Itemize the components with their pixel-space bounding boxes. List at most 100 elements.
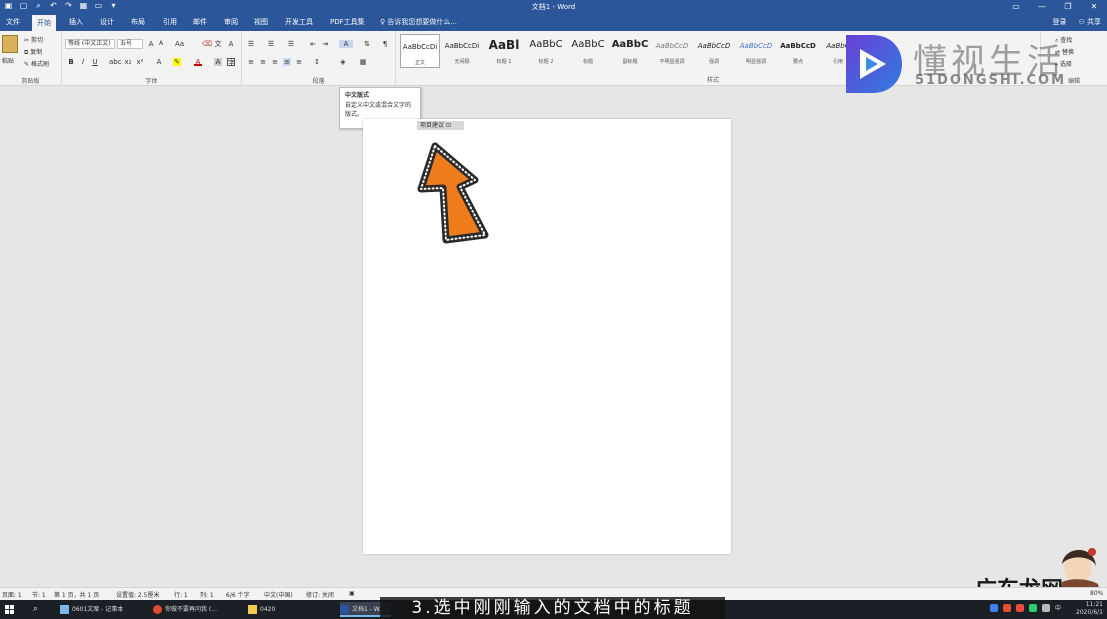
app-tray-icon[interactable] <box>1015 603 1024 612</box>
status-page: 页面: 1 <box>2 592 22 599</box>
numbering-icon[interactable]: ☰ <box>267 40 275 48</box>
style-subtle-emphasis[interactable]: AaBbCcD 不明显强调 <box>652 34 692 68</box>
sort-icon[interactable]: ⇅ <box>363 40 371 48</box>
style-preview: AaBbCcD <box>739 42 773 50</box>
brush-icon: ✎ <box>24 61 30 68</box>
wechat-icon[interactable] <box>1028 603 1037 612</box>
style-no-spacing[interactable]: AaBbCcDi 无间隔 <box>442 34 482 68</box>
antivirus-icon[interactable] <box>1002 603 1011 612</box>
bold-icon[interactable]: B <box>67 58 75 66</box>
expand-icon: ⊡ <box>445 122 451 129</box>
paste-icon[interactable] <box>2 35 18 53</box>
align-left-icon[interactable]: ≡ <box>247 58 255 66</box>
taskbar-clock[interactable]: 11:21 2020/6/1 <box>1076 601 1103 617</box>
show-marks-icon[interactable]: ¶ <box>381 40 389 48</box>
status-page-of: 第 1 页，共 1 页 <box>54 592 100 599</box>
format-painter-button[interactable]: ✎ 格式刷 <box>24 59 49 68</box>
font-size-combo[interactable]: 五号 <box>117 39 143 49</box>
minimize-icon[interactable]: — <box>1029 0 1055 14</box>
superscript-icon[interactable]: x² <box>136 58 144 66</box>
ribbon-display-icon[interactable]: ▭ <box>1003 0 1029 14</box>
status-track-changes[interactable]: 修订: 关闭 <box>306 590 334 599</box>
taskbar-item-label: 0601文案 - 记事本 <box>72 606 124 613</box>
mini-toolbar[interactable]: 项目建议 ⊡ <box>417 121 464 130</box>
tell-me-search[interactable]: ♀ 告诉我您想要做什么... <box>380 17 457 27</box>
style-strong[interactable]: AaBbCcD 要点 <box>778 34 818 68</box>
restore-icon[interactable]: ❐ <box>1055 0 1081 14</box>
char-shading-icon[interactable]: A <box>214 58 222 66</box>
taskbar-item-browser[interactable]: 你做不要再问我 (... <box>153 602 217 617</box>
copy-button[interactable]: ⧉ 复制 <box>24 47 42 57</box>
underline-icon[interactable]: U <box>91 58 99 66</box>
shield-icon[interactable] <box>989 603 998 612</box>
increase-indent-icon[interactable]: ⇥ <box>321 40 329 48</box>
ime-indicator[interactable]: 中 <box>1055 603 1061 612</box>
style-emphasis[interactable]: AaBbCcD 强调 <box>694 34 734 68</box>
network-icon[interactable] <box>1041 603 1050 612</box>
windows-start-icon[interactable] <box>5 605 14 614</box>
italic-icon[interactable]: I <box>79 58 87 66</box>
tab-mailings[interactable]: 邮件 <box>193 17 207 27</box>
style-intense-emphasis[interactable]: AaBbCcD 明显强调 <box>736 34 776 68</box>
align-center-icon[interactable]: ≡ <box>259 58 267 66</box>
macro-icon[interactable]: ▣ <box>349 590 355 597</box>
change-case-icon[interactable]: Aa <box>175 40 184 48</box>
status-language[interactable]: 中文(中国) <box>264 590 293 599</box>
signin-link[interactable]: 登录 <box>1052 17 1066 27</box>
tab-references[interactable]: 引用 <box>163 17 177 27</box>
font-color-icon[interactable]: A <box>194 58 202 66</box>
cut-button[interactable]: ✂ 剪切 <box>24 35 43 44</box>
style-preview: AaBbC <box>529 39 563 50</box>
clipboard-group: 粘贴 ✂ 剪切 ⧉ 复制 ✎ 格式刷 剪贴板 <box>0 31 62 86</box>
notepad-icon <box>60 605 69 614</box>
char-border-icon[interactable]: A <box>227 40 235 48</box>
close-icon[interactable]: ✕ <box>1081 0 1107 14</box>
paste-label[interactable]: 粘贴 <box>2 56 14 65</box>
status-words[interactable]: 6/6 个字 <box>226 590 250 599</box>
tab-view[interactable]: 视图 <box>254 17 268 27</box>
style-subtitle[interactable]: AaBbC 副标题 <box>610 34 650 68</box>
clear-format-icon[interactable]: ⌫ <box>202 40 212 48</box>
shading-icon[interactable]: ◈ <box>339 58 347 66</box>
tab-review[interactable]: 审阅 <box>224 17 238 27</box>
align-right-icon[interactable]: ≡ <box>271 58 279 66</box>
taskbar-item-notepad[interactable]: 0601文案 - 记事本 <box>60 602 123 617</box>
phonetic-guide-icon[interactable]: 文 <box>214 40 222 48</box>
line-spacing-icon[interactable]: ↕ <box>313 58 321 66</box>
shrink-font-icon[interactable]: A <box>157 40 165 48</box>
style-name: 副标题 <box>622 59 638 65</box>
borders-icon[interactable]: ▦ <box>359 58 367 66</box>
search-icon[interactable]: ⌕ <box>33 604 38 614</box>
tab-pdf[interactable]: PDF工具集 <box>330 17 365 27</box>
tab-home[interactable]: 开始 <box>32 15 56 31</box>
highlight-icon[interactable]: ✎ <box>173 58 181 66</box>
tab-design[interactable]: 设计 <box>100 17 114 27</box>
taskbar-item-label: 你做不要再问我 (... <box>165 606 217 613</box>
tab-insert[interactable]: 插入 <box>69 17 83 27</box>
copy-label: 复制 <box>30 49 43 56</box>
tab-file[interactable]: 文件 <box>6 17 20 27</box>
bullets-icon[interactable]: ☰ <box>247 40 255 48</box>
multilevel-list-icon[interactable]: ☰ <box>287 40 295 48</box>
chinese-layout-icon[interactable]: A <box>339 40 353 48</box>
subscript-icon[interactable]: x₂ <box>124 58 132 66</box>
strikethrough-icon[interactable]: abc <box>109 58 122 66</box>
justify-icon[interactable]: ≡ <box>283 58 291 66</box>
style-title[interactable]: AaBbC 标题 <box>568 34 608 68</box>
taskbar-item-folder[interactable]: 0420 <box>248 602 275 617</box>
tab-developer[interactable]: 开发工具 <box>285 17 313 27</box>
status-zoom[interactable]: 80% <box>1090 590 1103 597</box>
enclose-char-icon[interactable]: 字 <box>227 58 235 67</box>
text-effects-icon[interactable]: A <box>155 58 163 66</box>
tab-layout[interactable]: 布局 <box>131 17 145 27</box>
title-bar: ▣ ▢ ⌕ ↶ ↷ ▦ ▭ ▾ 文档1 - Word ▭ — ❐ ✕ <box>0 0 1107 14</box>
share-button[interactable]: ⚇ 共享 <box>1078 17 1101 27</box>
style-normal[interactable]: AaBbCcDi 正文 <box>400 34 440 68</box>
font-name-combo[interactable]: 等线 (中文正文) <box>65 39 115 49</box>
style-heading-2[interactable]: AaBbC 标题 2 <box>526 34 566 68</box>
decrease-indent-icon[interactable]: ⇤ <box>309 40 317 48</box>
distribute-icon[interactable]: ≡ <box>295 58 303 66</box>
style-heading-1[interactable]: AaBl 标题 1 <box>484 34 524 68</box>
style-preview: AaBbC <box>571 39 605 50</box>
grow-font-icon[interactable]: A <box>147 40 155 48</box>
